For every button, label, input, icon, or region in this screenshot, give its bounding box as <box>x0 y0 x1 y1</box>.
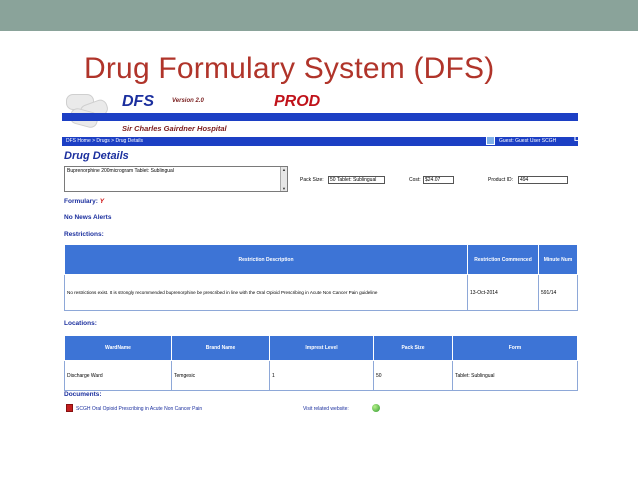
column-header: Restriction Description <box>64 244 468 275</box>
pack-size-label: Pack Size: <box>300 177 324 183</box>
product-id-field[interactable]: 494 <box>518 176 568 184</box>
slide-title: Drug Formulary System (DFS) <box>84 52 495 85</box>
table-cell: 1 <box>269 360 374 391</box>
hospital-name: Sir Charles Gairdner Hospital <box>122 124 227 133</box>
column-header: Brand Name <box>171 335 270 361</box>
visit-website-label: Visit related website: <box>303 406 349 412</box>
globe-icon[interactable] <box>372 404 380 412</box>
table-header-row: WardName Brand Name Imprest Level Pack S… <box>64 335 578 361</box>
table-cell: Tablet: Sublingual <box>452 360 578 391</box>
dfs-screenshot: DFS Version 2.0 PROD Sir Charles Gairdne… <box>62 90 578 420</box>
breadcrumb[interactable]: DFS Home > Drugs > Drug Details <box>66 138 143 144</box>
formulary-status: Formulary: Y <box>64 198 104 205</box>
restrictions-heading: Restrictions: <box>64 231 104 238</box>
header-band <box>62 113 578 121</box>
locations-heading: Locations: <box>64 320 97 327</box>
environment-label: PROD <box>274 93 321 110</box>
nav-separator: L <box>574 136 579 143</box>
formulary-label: Formulary: <box>64 198 98 205</box>
column-header: Pack Size <box>373 335 453 361</box>
column-header: Restriction Commenced <box>467 244 539 275</box>
locations-table: WardName Brand Name Imprest Level Pack S… <box>64 335 578 391</box>
table-cell: Discharge Ward <box>64 360 172 391</box>
column-header: Imprest Level <box>269 335 374 361</box>
page-title: Drug Details <box>64 150 129 162</box>
user-label: Guest: Guest User SCGH <box>499 138 557 144</box>
product-id-label: Product ID: <box>488 177 514 183</box>
column-header: Form <box>452 335 578 361</box>
user-icon <box>486 136 495 145</box>
table-header-row: Restriction Description Restriction Comm… <box>64 244 578 275</box>
app-version: Version 2.0 <box>172 98 204 104</box>
table-row: No restrictions exist. It is strongly re… <box>64 274 578 311</box>
table-cell: 591/14 <box>538 274 578 311</box>
document-link[interactable]: SCGH Oral Opioid Prescribing in Acute No… <box>76 406 202 412</box>
column-header: WardName <box>64 335 172 361</box>
table-row: Discharge Ward Temgesic 1 50 Tablet: Sub… <box>64 360 578 391</box>
documents-heading: Documents: <box>64 391 102 398</box>
table-cell: 50 <box>373 360 453 391</box>
restrictions-table: Restriction Description Restriction Comm… <box>64 244 578 311</box>
table-cell: 13-Oct-2014 <box>467 274 539 311</box>
column-header: Minute Num <box>538 244 578 275</box>
news-alerts: No News Alerts <box>64 214 112 221</box>
scroll-down-icon[interactable]: ▼ <box>281 186 287 191</box>
cost-field[interactable]: $24.07 <box>423 176 454 184</box>
drug-name-text: Buprenorphine 200microgram Tablet: Subli… <box>67 168 174 174</box>
formulary-value: Y <box>99 198 105 205</box>
pack-size-field[interactable]: 50 Tablet: Sublingual <box>328 176 385 184</box>
slide-top-bar <box>0 0 638 31</box>
cost-label: Cost: <box>409 177 421 183</box>
drug-name-field[interactable]: Buprenorphine 200microgram Tablet: Subli… <box>64 166 288 192</box>
pdf-icon[interactable] <box>66 404 73 412</box>
scroll-up-icon[interactable]: ▲ <box>281 167 287 172</box>
drug-name-scrollbar[interactable]: ▲ ▼ <box>280 167 287 191</box>
table-cell: Temgesic <box>171 360 270 391</box>
table-cell: No restrictions exist. It is strongly re… <box>64 274 468 311</box>
app-name: DFS <box>122 93 154 110</box>
